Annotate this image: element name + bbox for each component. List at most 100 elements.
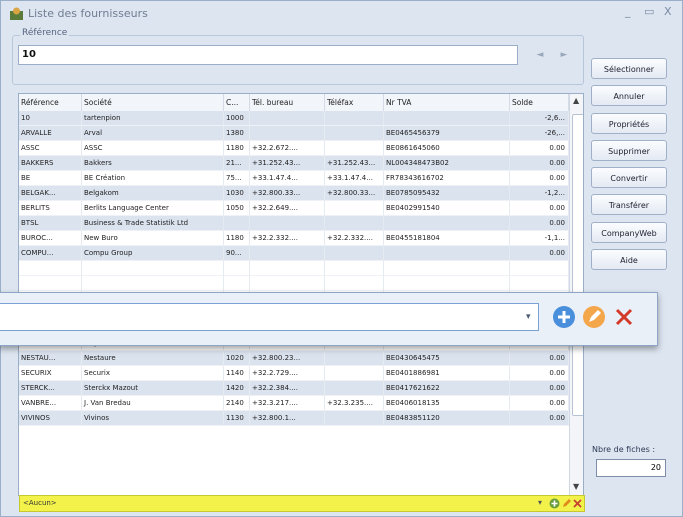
filter-input[interactable]: <Aucun> <box>23 498 533 509</box>
table-row[interactable] <box>19 276 569 291</box>
table-row[interactable]: COMPU... Compu Group 90... 0.00 <box>19 246 569 261</box>
table-row[interactable]: BELGAK... Belgakom 1030 +32.800.33... +32.80… <box>19 186 569 201</box>
table-cell: +32.2.729.... <box>250 366 325 381</box>
table-cell: Nestaure <box>82 351 224 366</box>
table-cell: BE0861645060 <box>384 141 510 156</box>
table-cell <box>510 276 569 291</box>
table-cell: 0.00 <box>510 246 569 261</box>
table-cell: ASSC <box>82 141 224 156</box>
table-cell: +32.800.33... <box>325 186 384 201</box>
table-cell: 0.00 <box>510 141 569 156</box>
popup-dropdown-icon[interactable]: ▾ <box>526 312 531 322</box>
previous-reference-button[interactable]: ◄ <box>532 45 548 65</box>
column-header[interactable]: Téléfax <box>325 94 384 111</box>
add-icon[interactable] <box>549 498 560 509</box>
table-cell: BE0455181804 <box>384 231 510 246</box>
cancel-button[interactable]: Annuler <box>591 85 667 106</box>
table-row[interactable]: BAKKERS Bakkers 21... +31.252.43... +31.252.… <box>19 156 569 171</box>
table-cell: 0.00 <box>510 381 569 396</box>
table-row[interactable]: ARVALLE Arval 1380 BE0465456379 -26,... <box>19 126 569 141</box>
reference-input[interactable]: 10 <box>18 45 518 65</box>
table-cell: 0.00 <box>510 396 569 411</box>
record-count-label: Nbre de fiches : <box>592 445 656 454</box>
scroll-down-icon[interactable]: ▼ <box>573 482 579 491</box>
table-cell <box>325 351 384 366</box>
popup-edit-icon[interactable] <box>582 305 606 329</box>
delete-button[interactable]: Supprimer <box>591 140 667 161</box>
table-cell: BE0401886981 <box>384 366 510 381</box>
table-cell: BERLITS <box>19 201 82 216</box>
close-button[interactable]: X <box>664 5 672 18</box>
table-cell: 0.00 <box>510 201 569 216</box>
table-row[interactable]: BERLITS Berlits Language Center 1050 +32.2.… <box>19 201 569 216</box>
table-cell: NL004348473B02 <box>384 156 510 171</box>
table-row[interactable]: NESTAU... Nestaure 1020 +32.800.23... BE0430… <box>19 351 569 366</box>
table-row[interactable]: 10 tartenpion 1000 -2,6... <box>19 111 569 126</box>
table-cell: 0.00 <box>510 171 569 186</box>
table-row[interactable]: VIVINOS Vivinos 1130 +32.800.1... BE04838511… <box>19 411 569 426</box>
table-cell <box>82 261 224 276</box>
table-cell: 0.00 <box>510 156 569 171</box>
column-header[interactable]: Tél. bureau <box>250 94 325 111</box>
title-bar: Liste des fournisseurs _ ▭ X <box>1 1 683 27</box>
table-cell: +32.800.1... <box>250 411 325 426</box>
table-cell: +33.1.47.4... <box>325 171 384 186</box>
table-row[interactable] <box>19 261 569 276</box>
maximize-button[interactable]: ▭ <box>644 5 654 18</box>
table-cell: STERCK... <box>19 381 82 396</box>
table-cell: +32.3.217.... <box>250 396 325 411</box>
table-cell: BELGAK... <box>19 186 82 201</box>
next-reference-button[interactable]: ► <box>556 45 572 65</box>
table-header: Référence Société C... Tél. bureau Téléfax Nr… <box>19 94 583 112</box>
table-cell: 1030 <box>224 186 250 201</box>
table-cell: VIVINOS <box>19 411 82 426</box>
filter-dropdown-icon[interactable]: ▾ <box>538 498 542 507</box>
transfer-button[interactable]: Transférer <box>591 194 667 215</box>
popup-delete-icon[interactable] <box>612 305 636 329</box>
table-cell <box>325 216 384 231</box>
table-cell: BE0402991540 <box>384 201 510 216</box>
table-cell: Compu Group <box>82 246 224 261</box>
table-cell: ASSC <box>19 141 82 156</box>
table-cell: J. Van Bredau <box>82 396 224 411</box>
table-cell: +32.2.332.... <box>325 231 384 246</box>
table-cell <box>384 276 510 291</box>
convert-button[interactable]: Convertir <box>591 167 667 188</box>
help-button[interactable]: Aide <box>591 249 667 270</box>
column-header[interactable]: Solde <box>510 94 569 111</box>
table-row[interactable]: BTSL Business & Trade Statistik Ltd 0.00 <box>19 216 569 231</box>
column-header[interactable]: C... <box>224 94 250 111</box>
table-row[interactable]: VANBRE... J. Van Bredau 2140 +32.3.217.... +… <box>19 396 569 411</box>
table-row[interactable]: BUROC... New Buro 1180 +32.2.332.... +32.2.3… <box>19 231 569 246</box>
supplier-app-icon <box>10 7 23 20</box>
table-cell: -26,... <box>510 126 569 141</box>
table-row[interactable]: STERCK... Sterckx Mazout 1420 +32.2.384....… <box>19 381 569 396</box>
select-button[interactable]: Sélectionner <box>591 58 667 79</box>
scroll-thumb[interactable] <box>572 114 583 416</box>
column-header[interactable]: Référence <box>19 94 82 111</box>
supplier-list-window: Liste des fournisseurs _ ▭ X Référence 1… <box>0 0 683 517</box>
popup-add-icon[interactable] <box>552 305 576 329</box>
table-cell: NESTAU... <box>19 351 82 366</box>
table-row[interactable]: ASSC ASSC 1180 +32.2.672.... BE0861645060 0.0… <box>19 141 569 156</box>
table-cell: 75... <box>224 171 250 186</box>
table-cell <box>250 126 325 141</box>
table-cell: BAKKERS <box>19 156 82 171</box>
column-header[interactable]: Société <box>82 94 224 111</box>
table-row[interactable]: BE BE Création 75... +33.1.47.4... +33.1.47.… <box>19 171 569 186</box>
table-cell: -1,1... <box>510 231 569 246</box>
delete-icon[interactable] <box>572 498 583 509</box>
companyweb-button[interactable]: CompanyWeb <box>591 222 667 243</box>
table-cell <box>325 261 384 276</box>
table-row[interactable]: SECURIX Securix 1140 +32.2.729.... BE0401886… <box>19 366 569 381</box>
table-cell: +32.2.384.... <box>250 381 325 396</box>
minimize-button[interactable]: _ <box>625 5 631 18</box>
popup-filter-input[interactable] <box>0 303 539 331</box>
table-cell: COMPU... <box>19 246 82 261</box>
properties-button[interactable]: Propriétés <box>591 113 667 134</box>
column-header[interactable]: Nr TVA <box>384 94 510 111</box>
table-cell <box>250 261 325 276</box>
scroll-up-icon[interactable]: ▲ <box>573 96 579 105</box>
table-cell: tartenpion <box>82 111 224 126</box>
edit-icon[interactable] <box>561 498 572 509</box>
